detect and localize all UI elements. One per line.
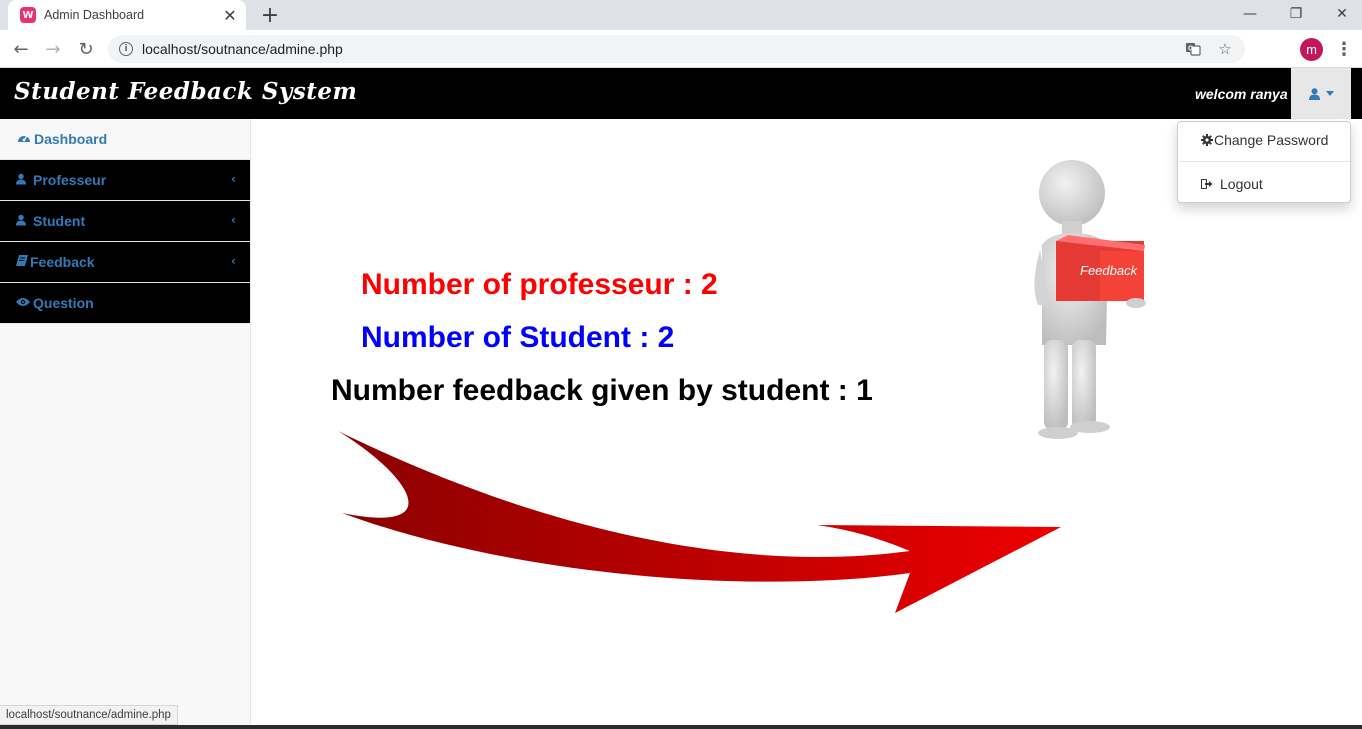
sidebar-item-professeur[interactable]: Professeur ‹ — [0, 160, 250, 201]
sidebar-item-question[interactable]: Question — [0, 283, 250, 324]
url-text[interactable]: localhost/soutnance/admine.php — [142, 41, 1181, 57]
logout-label: Logout — [1220, 176, 1263, 192]
sidebar-item-label: Feedback — [30, 254, 95, 270]
stat-professeur-count: Number of professeur : 2 — [361, 268, 718, 301]
gear-icon — [1201, 134, 1214, 146]
chevron-left-icon: ‹ — [231, 213, 236, 227]
user-icon — [1308, 87, 1320, 100]
sidebar-item-label: Dashboard — [34, 131, 108, 147]
close-icon[interactable]: ✕ — [220, 5, 240, 25]
sidebar: Dashboard Professeur ‹ Student ‹ Feedbac… — [0, 119, 251, 729]
tab-title: Admin Dashboard — [44, 8, 145, 22]
taskbar-edge — [0, 725, 1362, 729]
dashboard-icon — [17, 132, 31, 146]
feedback-figure-illustration: Feedback — [1034, 160, 1146, 439]
sidebar-item-label: Student — [33, 213, 86, 229]
sidebar-item-dashboard[interactable]: Dashboard — [0, 119, 250, 160]
sidebar-item-feedback[interactable]: Feedback ‹ — [0, 242, 250, 283]
bookmark-star-icon[interactable]: ☆ — [1213, 37, 1237, 61]
feedback-box-label: Feedback — [1080, 263, 1139, 278]
curved-arrow-illustration — [338, 431, 1061, 613]
user-icon — [16, 214, 30, 229]
chevron-left-icon: ‹ — [231, 172, 236, 186]
user-icon — [16, 173, 30, 188]
maximize-icon[interactable]: ❐ — [1273, 0, 1319, 28]
brand-title[interactable]: Student Feedback System — [14, 78, 357, 105]
dropdown-divider — [1179, 161, 1350, 162]
change-password-label: Change Password — [1214, 132, 1329, 148]
caret-down-icon — [1325, 91, 1334, 96]
svg-text:G: G — [1188, 46, 1194, 53]
eye-icon — [16, 296, 30, 310]
user-menu-toggle[interactable] — [1291, 68, 1351, 119]
browser-tab-strip: W Admin Dashboard ✕ + — ❐ ✕ — [0, 0, 1362, 30]
welcome-text: welcom ranya — [1195, 86, 1288, 102]
window-close-icon[interactable]: ✕ — [1319, 0, 1362, 28]
sign-out-icon — [1201, 179, 1220, 189]
forward-icon[interactable]: → — [40, 36, 66, 62]
minimize-icon[interactable]: — — [1227, 0, 1273, 28]
browser-toolbar: ← → ↻ i localhost/soutnance/admine.php G… — [0, 30, 1362, 68]
address-bar[interactable]: i localhost/soutnance/admine.php G ☆ — [108, 35, 1245, 63]
favicon-icon: W — [20, 7, 36, 23]
browser-tab[interactable]: W Admin Dashboard ✕ — [8, 0, 246, 30]
sidebar-item-label: Professeur — [33, 172, 107, 188]
more-menu-icon[interactable]: ⋮ — [1334, 37, 1354, 61]
back-icon[interactable]: ← — [8, 36, 34, 62]
sidebar-item-student[interactable]: Student ‹ — [0, 201, 250, 242]
stat-feedback-count: Number feedback given by student : 1 — [331, 374, 873, 407]
reload-icon[interactable]: ↻ — [73, 36, 99, 62]
user-dropdown-menu: Change Password Logout — [1177, 121, 1351, 203]
browser-status-bar: localhost/soutnance/admine.php — [0, 705, 178, 725]
stat-student-count: Number of Student : 2 — [361, 321, 675, 354]
sidebar-item-label: Question — [33, 295, 94, 311]
chevron-left-icon: ‹ — [231, 254, 236, 268]
new-tab-icon[interactable]: + — [258, 3, 282, 28]
logout-item[interactable]: Logout — [1178, 172, 1350, 196]
translate-icon[interactable]: G — [1181, 37, 1205, 61]
profile-avatar[interactable]: m — [1300, 38, 1323, 61]
app-navbar: Student Feedback System welcom ranya — [0, 68, 1362, 119]
info-icon[interactable]: i — [119, 42, 133, 56]
change-password-item[interactable]: Change Password — [1178, 128, 1350, 152]
book-icon — [16, 255, 30, 269]
